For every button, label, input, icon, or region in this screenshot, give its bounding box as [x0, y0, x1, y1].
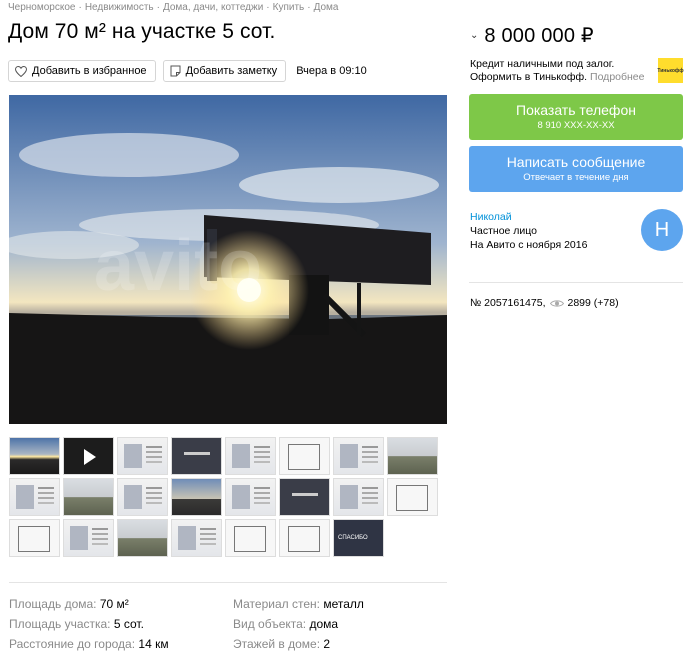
- photo-gallery: [9, 437, 449, 560]
- credit-offer: Кредит наличными под залог. Оформить в Т…: [470, 58, 645, 84]
- thumbnail[interactable]: [279, 437, 330, 475]
- thumbnail[interactable]: [9, 478, 60, 516]
- breadcrumb-item[interactable]: Недвижимость: [85, 2, 154, 13]
- note-label: Добавить заметку: [185, 65, 278, 77]
- favorite-label: Добавить в избранное: [32, 65, 147, 77]
- thumbnail[interactable]: [117, 478, 168, 516]
- param-key: Площадь участка:: [9, 617, 111, 631]
- note-icon: [170, 65, 181, 77]
- main-photo[interactable]: avito: [9, 95, 447, 424]
- response-time: Отвечает в течение дня: [523, 172, 629, 183]
- add-note-button[interactable]: Добавить заметку: [162, 60, 287, 82]
- eye-icon: [549, 299, 564, 307]
- show-phone-button[interactable]: Показать телефон 8 910 XXX-XX-XX: [469, 94, 683, 140]
- thumbnail[interactable]: [117, 437, 168, 475]
- publish-date: Вчера в 09:10: [296, 65, 367, 77]
- param-value: металл: [323, 597, 364, 611]
- write-message-label: Написать сообщение: [506, 154, 646, 170]
- ad-actions: Добавить в избранное Добавить заметку Вч…: [8, 60, 367, 82]
- page-title: Дом 70 м² на участке 5 сот.: [8, 20, 276, 43]
- thumbnail[interactable]: [171, 478, 222, 516]
- param-key: Площадь дома:: [9, 597, 97, 611]
- more-link[interactable]: Подробнее: [590, 71, 644, 83]
- thumbnail[interactable]: [225, 519, 276, 557]
- breadcrumb-item[interactable]: Дома: [314, 2, 339, 13]
- param-key: Материал стен:: [233, 597, 320, 611]
- tinkoff-logo[interactable]: Тинькофф: [657, 58, 684, 83]
- seller-type: Частное лицо: [470, 225, 538, 237]
- thumbnail[interactable]: [279, 519, 330, 557]
- heart-icon: [15, 65, 27, 77]
- breadcrumb-item[interactable]: Дома, дачи, коттеджи: [163, 2, 263, 13]
- param-item: Расстояние до города: 14 км: [9, 637, 169, 651]
- credit-line: Кредит наличными под залог.: [470, 58, 615, 70]
- avatar[interactable]: Н: [641, 209, 683, 251]
- param-key: Этажей в доме:: [233, 637, 321, 651]
- credit-link[interactable]: Оформить в Тинькофф.: [470, 71, 587, 83]
- breadcrumb: Черноморское · Недвижимость · Дома, дачи, ко…: [8, 2, 339, 13]
- chevron-down-icon[interactable]: ⌄: [470, 30, 478, 41]
- thumbnail[interactable]: [333, 437, 384, 475]
- param-item: Материал стен: металл: [233, 597, 364, 611]
- view-count: 2899 (+78): [567, 297, 619, 309]
- thumbnail[interactable]: [63, 519, 114, 557]
- thumbnail[interactable]: [333, 478, 384, 516]
- thumbnail[interactable]: [171, 519, 222, 557]
- param-key: Вид объекта:: [233, 617, 307, 631]
- param-item: Вид объекта: дома: [233, 617, 338, 631]
- thumbnail[interactable]: [9, 437, 60, 475]
- price: 8 000 000 ₽: [484, 25, 594, 47]
- thumbnail[interactable]: [9, 519, 60, 557]
- show-phone-label: Показать телефон: [516, 102, 636, 118]
- param-value: дома: [309, 617, 339, 631]
- seller-name[interactable]: Николай: [470, 210, 587, 224]
- param-value: 14 км: [138, 637, 169, 651]
- thumbnail[interactable]: [117, 519, 168, 557]
- house-photo: avito: [9, 95, 447, 424]
- param-value: 2: [323, 637, 331, 651]
- section-divider: [469, 282, 683, 283]
- section-divider: [9, 582, 447, 583]
- video-thumbnail[interactable]: [63, 437, 114, 475]
- thumbnail[interactable]: [387, 478, 438, 516]
- thumbnail[interactable]: [225, 437, 276, 475]
- breadcrumb-item[interactable]: Черноморское: [8, 2, 75, 13]
- write-message-button[interactable]: Написать сообщение Отвечает в течение дн…: [469, 146, 683, 192]
- breadcrumb-item[interactable]: Купить: [273, 2, 305, 13]
- add-to-favorites-button[interactable]: Добавить в избранное: [8, 60, 156, 82]
- thumbnail[interactable]: [171, 437, 222, 475]
- param-key: Расстояние до города:: [9, 637, 136, 651]
- thumbnail[interactable]: [279, 478, 330, 516]
- ad-meta: № 2057161475, 2899 (+78): [470, 297, 619, 309]
- seller-info: Николай Частное лицо На Авито с ноября 2…: [470, 210, 587, 252]
- price-block[interactable]: ⌄ 8 000 000 ₽: [470, 23, 594, 48]
- svg-text:avito: avito: [94, 226, 262, 306]
- phone-number: 8 910 XXX-XX-XX: [537, 120, 615, 131]
- thumbnail[interactable]: [63, 478, 114, 516]
- ad-number: № 2057161475,: [470, 297, 546, 309]
- param-item: Этажей в доме: 2: [233, 637, 330, 651]
- param-value: 5 сот.: [113, 617, 144, 631]
- seller-since: На Авито с ноября 2016: [470, 239, 588, 251]
- thumbnail[interactable]: [387, 437, 438, 475]
- thumbnail[interactable]: [225, 478, 276, 516]
- param-item: Площадь участка: 5 сот.: [9, 617, 144, 631]
- param-value: 70 м²: [99, 597, 129, 611]
- thumbnail[interactable]: [333, 519, 384, 557]
- param-item: Площадь дома: 70 м²: [9, 597, 129, 611]
